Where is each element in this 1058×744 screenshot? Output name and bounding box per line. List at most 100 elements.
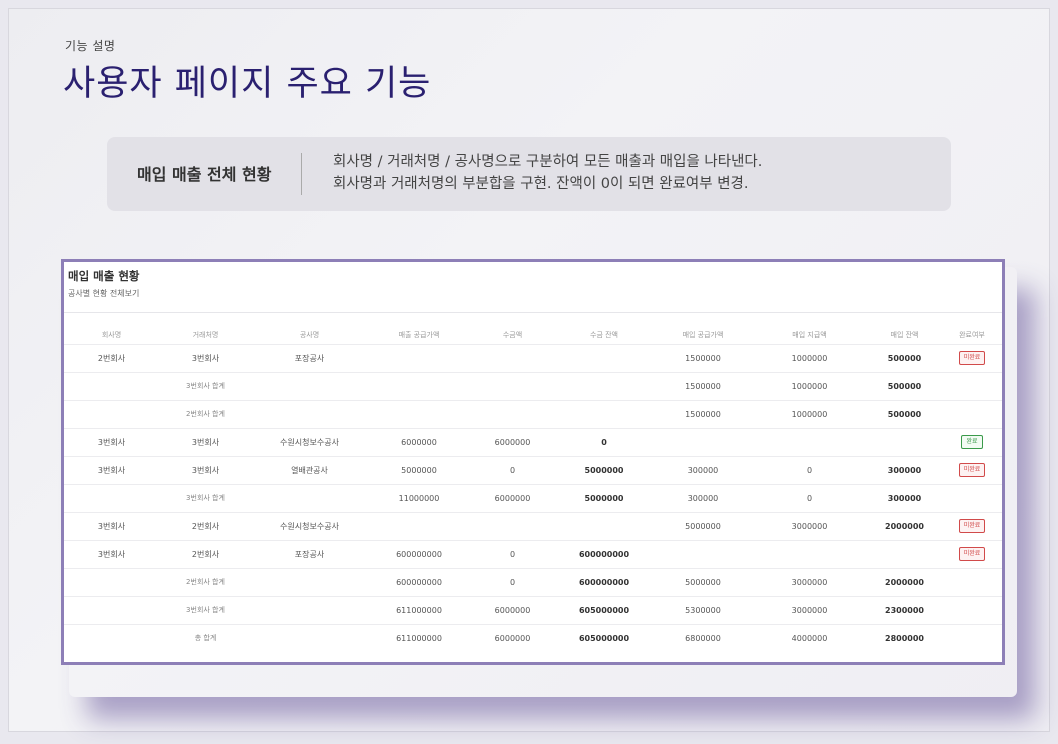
table-cell [942, 399, 1002, 428]
panel-subtitle: 공사별 현황 전체보기 [68, 289, 140, 298]
table-cell: 2800000 [867, 623, 942, 652]
table-cell [64, 567, 159, 596]
table-cell [252, 371, 367, 400]
table-cell: 5000000 [367, 455, 471, 484]
table-cell [64, 623, 159, 652]
table-cell [64, 595, 159, 624]
column-header[interactable]: 회사명 [64, 326, 159, 344]
table-cell: 포장공사 [252, 539, 367, 568]
table-cell [654, 539, 752, 568]
status-badge[interactable]: 미완료 [958, 547, 986, 561]
table-cell: 수원시청보수공사 [252, 511, 367, 540]
column-header[interactable]: 매출 공급가액 [367, 326, 471, 344]
table-cell [252, 567, 367, 596]
table-cell: 3번회사 합계 [159, 595, 252, 624]
table-cell: 2000000 [867, 511, 942, 540]
table-cell: 3번회사 [159, 343, 252, 372]
column-header[interactable]: 수금액 [471, 326, 554, 344]
table-cell: 0 [471, 567, 554, 596]
column-header[interactable]: 매입 지급액 [752, 326, 867, 344]
table-cell [752, 539, 867, 568]
table-cell [942, 483, 1002, 512]
table-cell: 605000000 [554, 623, 654, 652]
column-header[interactable]: 매입 공급가액 [654, 326, 752, 344]
description-divider [301, 153, 302, 195]
table-subtotal-row: 3번회사 합계 1500000 1000000 500000 [64, 371, 1002, 400]
slide: 기능 설명 사용자 페이지 주요 기능 매입 매출 전체 현황 회사명 / 거래… [8, 8, 1050, 732]
table-row: 2번회사 3번회사 포장공사 1500000 1000000 500000 미완료 [64, 343, 1002, 372]
description-line-1: 회사명 / 거래처명 / 공사명으로 구분하여 모든 매출과 매입을 나타낸다. [333, 154, 763, 170]
table-cell: 600000000 [367, 567, 471, 596]
table-cell [554, 343, 654, 372]
table-cell [252, 595, 367, 624]
table-cell: 600000000 [554, 539, 654, 568]
table-cell: 300000 [867, 483, 942, 512]
table-cell: 605000000 [554, 595, 654, 624]
table-row: 3번회사 2번회사 수원시청보수공사 5000000 3000000 2000000 미완료 [64, 511, 1002, 540]
table-cell: 열배관공사 [252, 455, 367, 484]
table-cell: 1500000 [654, 371, 752, 400]
purchase-sales-table: 회사명 거래처명 공사명 매출 공급가액 수금액 수금 잔액 매입 공급가액 매입 지급액 매입… [64, 326, 1002, 652]
table-cell: 300000 [654, 483, 752, 512]
table-cell [942, 595, 1002, 624]
status-badge[interactable]: 완료 [961, 435, 983, 449]
table-row: 3번회사 3번회사 열배관공사 5000000 0 5000000 300000 0 30000… [64, 455, 1002, 484]
table-cell: 미완료 [942, 511, 1002, 540]
table-cell: 0 [752, 483, 867, 512]
table-cell [752, 427, 867, 456]
table-cell: 미완료 [942, 455, 1002, 484]
table-cell [554, 399, 654, 428]
table-cell: 5000000 [654, 511, 752, 540]
table-cell: 3번회사 [64, 455, 159, 484]
table-cell: 611000000 [367, 623, 471, 652]
table-cell: 0 [752, 455, 867, 484]
table-cell: 3번회사 [159, 455, 252, 484]
table-cell [471, 399, 554, 428]
table-cell [252, 623, 367, 652]
table-cell: 3번회사 [159, 427, 252, 456]
description-label: 매입 매출 전체 현황 [137, 165, 272, 184]
table-cell [64, 483, 159, 512]
table-cell [654, 427, 752, 456]
table-cell: 3000000 [752, 595, 867, 624]
table-cell: 600000000 [367, 539, 471, 568]
column-header[interactable]: 공사명 [252, 326, 367, 344]
table-cell: 3000000 [752, 511, 867, 540]
screenshot-panel: 매입 매출 현황 공사별 현황 전체보기 회사명 거래처명 공사명 매출 공급가액 수금… [61, 259, 1005, 665]
table-cell: 2번회사 [159, 511, 252, 540]
status-badge[interactable]: 미완료 [958, 519, 986, 533]
table-cell: 총 합계 [159, 623, 252, 652]
table-cell: 600000000 [554, 567, 654, 596]
column-header[interactable]: 완료여부 [942, 326, 1002, 344]
table-cell: 3번회사 [64, 427, 159, 456]
table-cell [252, 483, 367, 512]
column-header[interactable]: 수금 잔액 [554, 326, 654, 344]
table-cell [942, 623, 1002, 652]
table-cell: 6800000 [654, 623, 752, 652]
table-cell: 5000000 [554, 455, 654, 484]
table-cell: 3번회사 합계 [159, 371, 252, 400]
table-cell: 3000000 [752, 567, 867, 596]
table-cell: 0 [471, 455, 554, 484]
table-cell: 300000 [654, 455, 752, 484]
table-cell [554, 371, 654, 400]
description-text: 회사명 / 거래처명 / 공사명으로 구분하여 모든 매출과 매입을 나타낸다.… [333, 151, 762, 195]
table-cell: 1000000 [752, 343, 867, 372]
status-badge[interactable]: 미완료 [958, 351, 986, 365]
table-cell [867, 427, 942, 456]
column-header[interactable]: 거래처명 [159, 326, 252, 344]
table-cell: 3번회사 [64, 511, 159, 540]
table-cell: 300000 [867, 455, 942, 484]
table-subtotal-row: 총 합계 611000000 6000000 605000000 6800000 4000… [64, 623, 1002, 652]
table-cell: 5000000 [654, 567, 752, 596]
table-cell: 2300000 [867, 595, 942, 624]
status-badge[interactable]: 미완료 [958, 463, 986, 477]
table-cell: 완료 [942, 427, 1002, 456]
table-cell: 미완료 [942, 343, 1002, 372]
table-cell [867, 539, 942, 568]
table-cell: 5300000 [654, 595, 752, 624]
table-cell: 미완료 [942, 539, 1002, 568]
table-cell: 0 [471, 539, 554, 568]
column-header[interactable]: 매입 잔액 [867, 326, 942, 344]
table-cell: 4000000 [752, 623, 867, 652]
